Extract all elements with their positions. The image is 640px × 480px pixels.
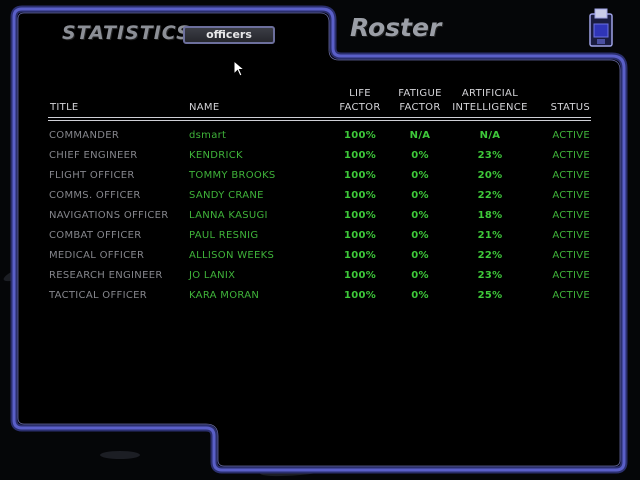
cell-title: MEDICAL OFFICER <box>49 250 145 261</box>
cell-name: KENDRICK <box>189 150 243 161</box>
header-divider-top <box>48 117 591 118</box>
cell-fatigue: 0% <box>411 250 429 261</box>
mouse-pointer-icon <box>233 60 245 77</box>
statistics-label: STATISTICS: <box>62 22 200 44</box>
cell-ai: N/A <box>479 130 501 141</box>
cell-status: ACTIVE <box>552 230 590 241</box>
table-row[interactable]: MEDICAL OFFICER ALLISON WEEKS 100% 0% 22… <box>0 249 640 269</box>
cell-ai: 18% <box>477 210 503 221</box>
cell-name: KARA MORAN <box>189 290 260 301</box>
cell-title: COMMANDER <box>49 130 120 141</box>
table-row[interactable]: RESEARCH ENGINEER JO LANIX 100% 0% 23% A… <box>0 269 640 289</box>
column-life-line1: LIFE <box>349 88 371 99</box>
cell-fatigue: 0% <box>411 230 429 241</box>
cell-title: COMMS. OFFICER <box>49 190 141 201</box>
column-fatigue-line2: FACTOR <box>399 102 441 113</box>
roster-screen: STATISTICS: officers Roster TITLE NAME L… <box>0 0 640 480</box>
statistics-filter-button[interactable]: officers <box>183 26 275 44</box>
cell-status: ACTIVE <box>552 130 590 141</box>
cell-fatigue: 0% <box>411 290 429 301</box>
floppy-disk-icon[interactable] <box>588 6 614 48</box>
cell-life: 100% <box>343 250 377 261</box>
cell-status: ACTIVE <box>552 290 590 301</box>
cell-name: dsmart <box>189 130 227 141</box>
cell-ai: 23% <box>477 270 503 281</box>
cell-life: 100% <box>343 190 377 201</box>
cell-ai: 22% <box>477 190 503 201</box>
cell-status: ACTIVE <box>552 270 590 281</box>
cell-name: PAUL RESNIG <box>189 230 259 241</box>
column-life-line2: FACTOR <box>339 102 381 113</box>
column-fatigue-line1: FATIGUE <box>398 88 442 99</box>
cell-name: JO LANIX <box>189 270 236 281</box>
cell-life: 100% <box>343 270 377 281</box>
cell-fatigue: N/A <box>409 130 431 141</box>
cell-ai: 25% <box>477 290 503 301</box>
table-row[interactable]: COMBAT OFFICER PAUL RESNIG 100% 0% 21% A… <box>0 229 640 249</box>
cell-fatigue: 0% <box>411 210 429 221</box>
cell-name: ALLISON WEEKS <box>189 250 275 261</box>
cell-life: 100% <box>343 230 377 241</box>
cell-life: 100% <box>343 170 377 181</box>
cell-life: 100% <box>343 290 377 301</box>
cell-title: TACTICAL OFFICER <box>49 290 147 301</box>
cell-title: CHIEF ENGINEER <box>49 150 138 161</box>
cell-name: LANNA KASUGI <box>189 210 268 221</box>
cell-title: NAVIGATIONS OFFICER <box>49 210 169 221</box>
cell-title: FLIGHT OFFICER <box>49 170 135 181</box>
table-row[interactable]: COMMANDER dsmart 100% N/A N/A ACTIVE <box>0 129 640 149</box>
cell-status: ACTIVE <box>552 250 590 261</box>
column-title: TITLE <box>50 102 79 113</box>
cell-fatigue: 0% <box>411 270 429 281</box>
table-row[interactable]: NAVIGATIONS OFFICER LANNA KASUGI 100% 0%… <box>0 209 640 229</box>
table-row[interactable]: COMMS. OFFICER SANDY CRANE 100% 0% 22% A… <box>0 189 640 209</box>
table-row[interactable]: CHIEF ENGINEER KENDRICK 100% 0% 23% ACTI… <box>0 149 640 169</box>
cell-name: TOMMY BROOKS <box>189 170 276 181</box>
cell-fatigue: 0% <box>411 150 429 161</box>
cell-title: COMBAT OFFICER <box>49 230 142 241</box>
cell-name: SANDY CRANE <box>189 190 264 201</box>
cell-status: ACTIVE <box>552 190 590 201</box>
header-divider-bottom <box>48 120 591 121</box>
cell-status: ACTIVE <box>552 170 590 181</box>
table-row[interactable]: FLIGHT OFFICER TOMMY BROOKS 100% 0% 20% … <box>0 169 640 189</box>
roster-title: Roster <box>350 13 442 42</box>
cell-ai: 22% <box>477 250 503 261</box>
cell-fatigue: 0% <box>411 170 429 181</box>
cell-status: ACTIVE <box>552 210 590 221</box>
cell-life: 100% <box>343 210 377 221</box>
column-ai-line2: INTELLIGENCE <box>452 102 528 113</box>
cell-ai: 20% <box>477 170 503 181</box>
cell-life: 100% <box>343 150 377 161</box>
cell-fatigue: 0% <box>411 190 429 201</box>
cell-status: ACTIVE <box>552 150 590 161</box>
cell-life: 100% <box>343 130 377 141</box>
cell-ai: 23% <box>477 150 503 161</box>
column-ai-line1: ARTIFICIAL <box>461 88 519 99</box>
cell-title: RESEARCH ENGINEER <box>49 270 163 281</box>
table-row[interactable]: TACTICAL OFFICER KARA MORAN 100% 0% 25% … <box>0 289 640 309</box>
column-name: NAME <box>189 102 220 113</box>
cell-ai: 21% <box>477 230 503 241</box>
column-status: STATUS <box>550 102 590 113</box>
